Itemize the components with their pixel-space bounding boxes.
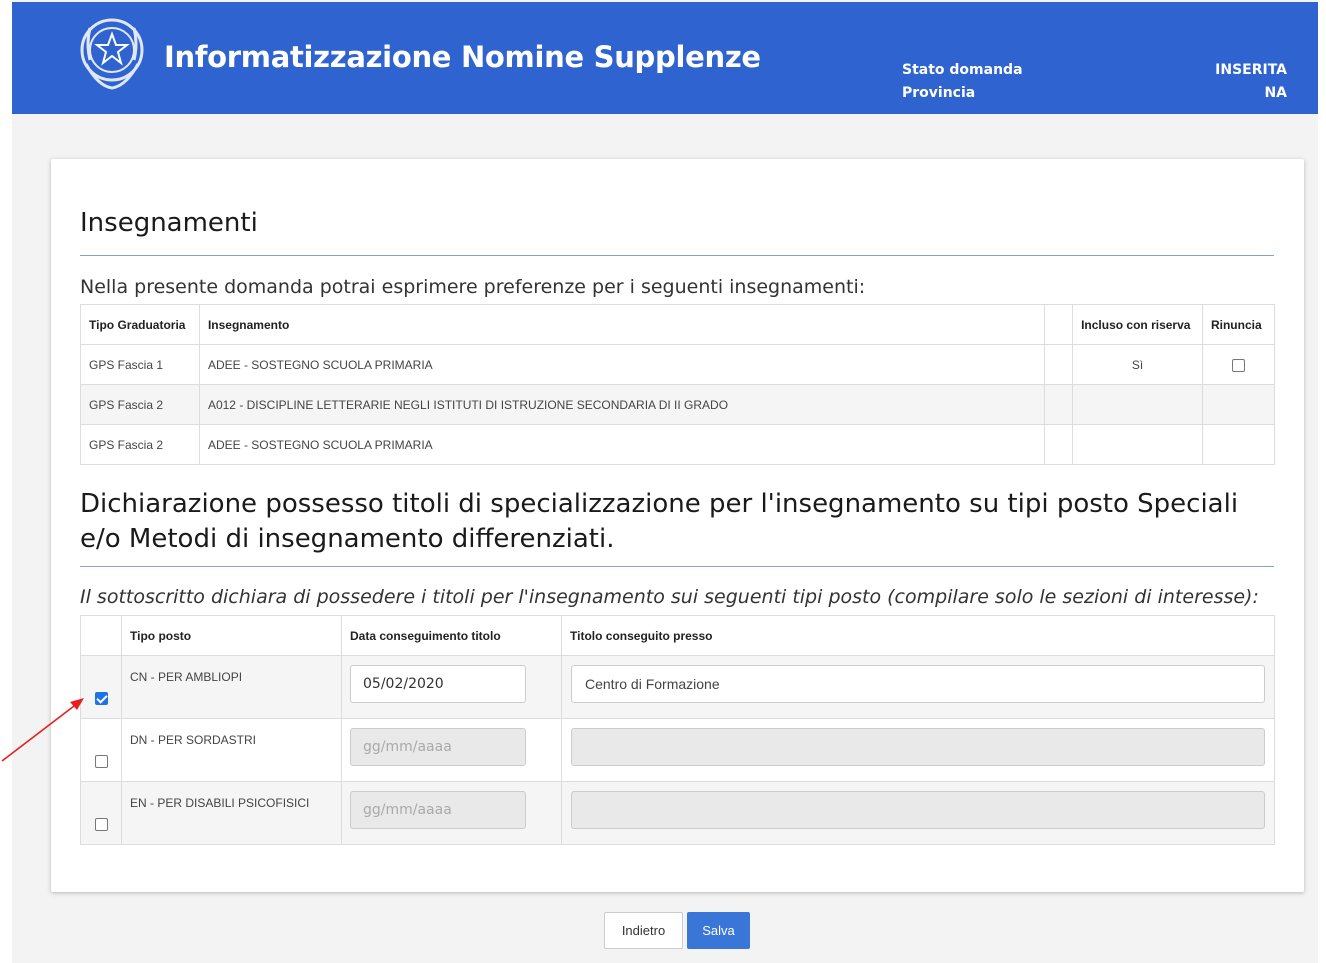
cell-tipo-posto: CN - PER AMBLIOPI <box>121 655 342 719</box>
tipo-posto-checkbox[interactable] <box>94 817 108 831</box>
section-title-dichiarazione: Dichiarazione possesso titoli di special… <box>80 489 1239 554</box>
column-header: Insegnamento <box>198 304 1046 345</box>
table-row: DN - PER SORDASTRI <box>80 718 1275 782</box>
date-input[interactable] <box>351 666 525 702</box>
status-label: Stato domanda <box>902 62 1023 78</box>
tipo-posto-checkbox[interactable] <box>94 691 108 705</box>
section-divider <box>80 255 1274 256</box>
dichiarazione-intro: Il sottoscritto dichiara di possedere i … <box>80 586 1259 608</box>
annotation-arrow-icon <box>1 698 84 762</box>
app-header: Informatizzazione Nomine Supplenze Stato… <box>12 2 1318 114</box>
table-row: GPS Fascia 2 A012 - DISCIPLINE LETTERARI… <box>80 384 1276 425</box>
insegnamenti-table: Tipo Graduatoria Insegnamento Incluso co… <box>80 304 1276 465</box>
cell-tipo-graduatoria: GPS Fascia 2 <box>80 384 200 425</box>
column-header <box>80 615 122 656</box>
section-divider <box>80 566 1274 567</box>
cell-data <box>341 718 562 782</box>
back-button[interactable]: Indietro <box>604 912 683 949</box>
table-header-row: Tipo posto Data conseguimento titolo Tit… <box>80 615 1275 656</box>
tipi-posto-table: Tipo posto Data conseguimento titolo Tit… <box>80 615 1275 845</box>
table-row: CN - PER AMBLIOPI <box>80 655 1275 719</box>
column-header: Data conseguimento titolo <box>341 615 562 656</box>
cell-rinuncia <box>1201 384 1276 425</box>
titolo-presso-input[interactable] <box>571 791 1265 829</box>
cell-presso <box>561 655 1275 719</box>
cell-insegnamento: ADEE - SOSTEGNO SCUOLA PRIMARIA <box>198 424 1046 465</box>
cell-rinuncia <box>1201 424 1276 465</box>
table-row: GPS Fascia 1 ADEE - SOSTEGNO SCUOLA PRIM… <box>80 344 1276 385</box>
titolo-presso-input[interactable] <box>571 665 1265 703</box>
date-input[interactable] <box>351 729 525 765</box>
date-picker <box>350 791 526 829</box>
titolo-presso-input[interactable] <box>571 728 1265 766</box>
cell-empty <box>1044 424 1074 465</box>
province-label: Provincia <box>902 85 976 101</box>
cell-riserva: Sì <box>1072 344 1203 385</box>
cell-tipo-posto: EN - PER DISABILI PSICOFISICI <box>121 781 342 845</box>
column-header: Titolo conseguito presso <box>561 615 1275 656</box>
cell-riserva <box>1072 424 1203 465</box>
table-row: GPS Fascia 2 ADEE - SOSTEGNO SCUOLA PRIM… <box>80 424 1276 465</box>
date-picker <box>350 728 526 766</box>
province-value: NA <box>1264 85 1287 101</box>
tipo-posto-checkbox[interactable] <box>94 754 108 768</box>
date-picker <box>350 665 526 703</box>
cell-riserva <box>1072 384 1203 425</box>
cell-insegnamento: ADEE - SOSTEGNO SCUOLA PRIMARIA <box>198 344 1046 385</box>
save-button[interactable]: Salva <box>687 912 750 949</box>
table-row: EN - PER DISABILI PSICOFISICI <box>80 781 1275 845</box>
date-input[interactable] <box>351 792 525 828</box>
status-value: INSERITA <box>1215 62 1287 78</box>
rinuncia-checkbox[interactable] <box>1231 358 1245 372</box>
column-header: Rinuncia <box>1201 304 1276 345</box>
cell-presso <box>561 781 1275 845</box>
cell-data <box>341 655 562 719</box>
header-labels: Stato domanda Provincia <box>902 59 1023 105</box>
cell-tipo-graduatoria: GPS Fascia 2 <box>80 424 200 465</box>
cell-insegnamento: A012 - DISCIPLINE LETTERARIE NEGLI ISTIT… <box>198 384 1046 425</box>
table-header-row: Tipo Graduatoria Insegnamento Incluso co… <box>80 304 1276 345</box>
emblem-icon <box>80 18 144 90</box>
cell-tipo-graduatoria: GPS Fascia 1 <box>80 344 200 385</box>
cell-empty <box>1044 344 1074 385</box>
column-header: Tipo Graduatoria <box>80 304 200 345</box>
section-title-insegnamenti: Insegnamenti <box>80 208 258 238</box>
column-header <box>1044 304 1074 345</box>
app-title: Informatizzazione Nomine Supplenze <box>164 40 761 74</box>
cell-data <box>341 781 562 845</box>
column-header: Tipo posto <box>121 615 342 656</box>
cell-rinuncia <box>1201 344 1276 385</box>
column-header: Incluso con riserva <box>1072 304 1203 345</box>
cell-presso <box>561 718 1275 782</box>
cell-tipo-posto: DN - PER SORDASTRI <box>121 718 342 782</box>
cell-select <box>80 781 122 845</box>
cell-empty <box>1044 384 1074 425</box>
header-values: INSERITA NA <box>1215 59 1287 105</box>
insegnamenti-intro: Nella presente domanda potrai esprimere … <box>80 276 866 298</box>
